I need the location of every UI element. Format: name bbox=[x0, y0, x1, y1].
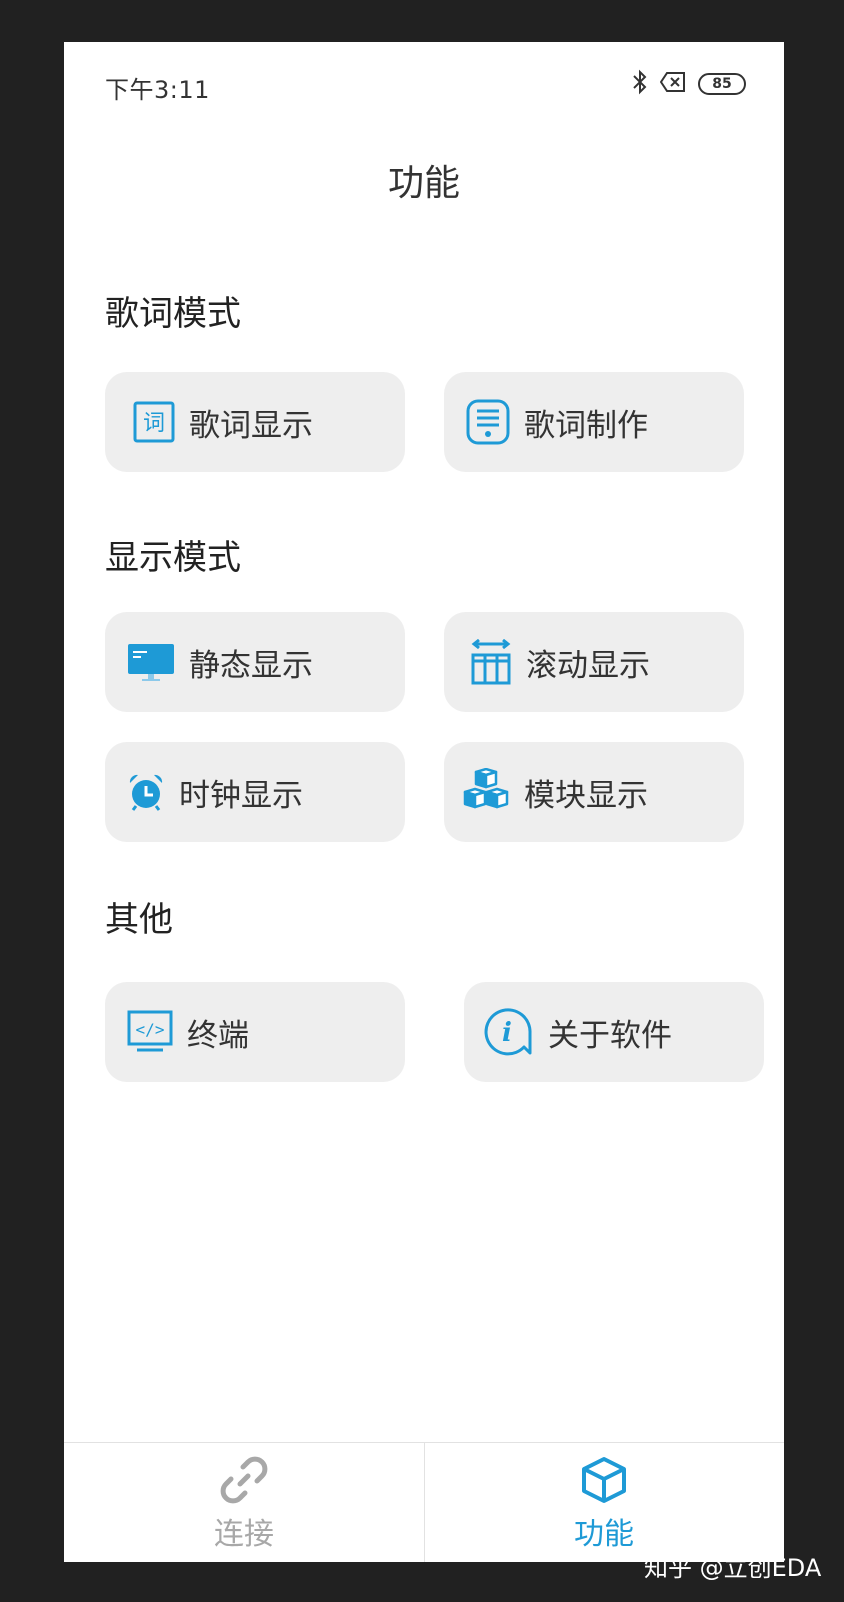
module-display-label: 模块显示 bbox=[524, 777, 648, 814]
lyrics-edit-icon bbox=[466, 399, 510, 445]
lyrics-display-label: 歌词显示 bbox=[189, 407, 313, 444]
svg-text:词: 词 bbox=[143, 411, 165, 436]
watermark: 知乎 @立创EDA bbox=[644, 1554, 822, 1582]
terminal-label: 终端 bbox=[187, 1017, 249, 1054]
tab-functions[interactable]: 功能 bbox=[424, 1443, 784, 1562]
static-display-button[interactable]: 静态显示 bbox=[105, 612, 405, 712]
battery-icon: 85 bbox=[698, 73, 746, 95]
module-display-button[interactable]: 模块显示 bbox=[444, 742, 744, 842]
scroll-display-button[interactable]: 滚动显示 bbox=[444, 612, 744, 712]
about-button[interactable]: i 关于软件 bbox=[464, 982, 764, 1082]
info-bubble-icon: i bbox=[482, 1007, 534, 1057]
link-icon bbox=[220, 1455, 268, 1505]
svg-text:i: i bbox=[502, 1018, 512, 1048]
terminal-code-icon: </> bbox=[127, 1010, 173, 1054]
static-display-label: 静态显示 bbox=[189, 647, 313, 684]
status-icons: 85 bbox=[632, 69, 746, 99]
monitor-icon bbox=[127, 642, 175, 682]
bottom-tab-bar: 连接 功能 bbox=[64, 1442, 784, 1562]
clock-display-label: 时钟显示 bbox=[179, 777, 303, 814]
box-icon bbox=[580, 1455, 628, 1505]
no-sim-icon bbox=[659, 72, 686, 96]
page-title: 功能 bbox=[387, 163, 460, 204]
lyrics-edit-label: 歌词制作 bbox=[524, 407, 648, 444]
tab-functions-label: 功能 bbox=[574, 1517, 634, 1552]
phone-screen: 下午3:11 85 功能 歌词模式 词 歌词显示 歌词制作 显示模式 静态显示 … bbox=[64, 42, 784, 1562]
lyrics-edit-button[interactable]: 歌词制作 bbox=[444, 372, 744, 472]
lyrics-display-icon: 词 bbox=[133, 401, 175, 443]
section-title-other: 其他 bbox=[105, 900, 173, 940]
scroll-icon bbox=[470, 639, 512, 685]
cubes-icon bbox=[462, 768, 510, 816]
tab-connect-label: 连接 bbox=[214, 1517, 274, 1552]
lyrics-display-button[interactable]: 词 歌词显示 bbox=[105, 372, 405, 472]
section-title-display-mode: 显示模式 bbox=[105, 538, 241, 578]
bluetooth-icon bbox=[632, 69, 648, 99]
status-bar: 下午3:11 85 bbox=[64, 42, 784, 128]
section-title-lyrics-mode: 歌词模式 bbox=[105, 294, 241, 334]
alarm-clock-icon bbox=[127, 773, 165, 811]
status-time: 下午3:11 bbox=[105, 76, 210, 104]
svg-text:</>: </> bbox=[136, 1020, 165, 1039]
scroll-display-label: 滚动显示 bbox=[526, 647, 650, 684]
clock-display-button[interactable]: 时钟显示 bbox=[105, 742, 405, 842]
terminal-button[interactable]: </> 终端 bbox=[105, 982, 405, 1082]
tab-connect[interactable]: 连接 bbox=[64, 1443, 424, 1562]
about-label: 关于软件 bbox=[548, 1017, 672, 1054]
